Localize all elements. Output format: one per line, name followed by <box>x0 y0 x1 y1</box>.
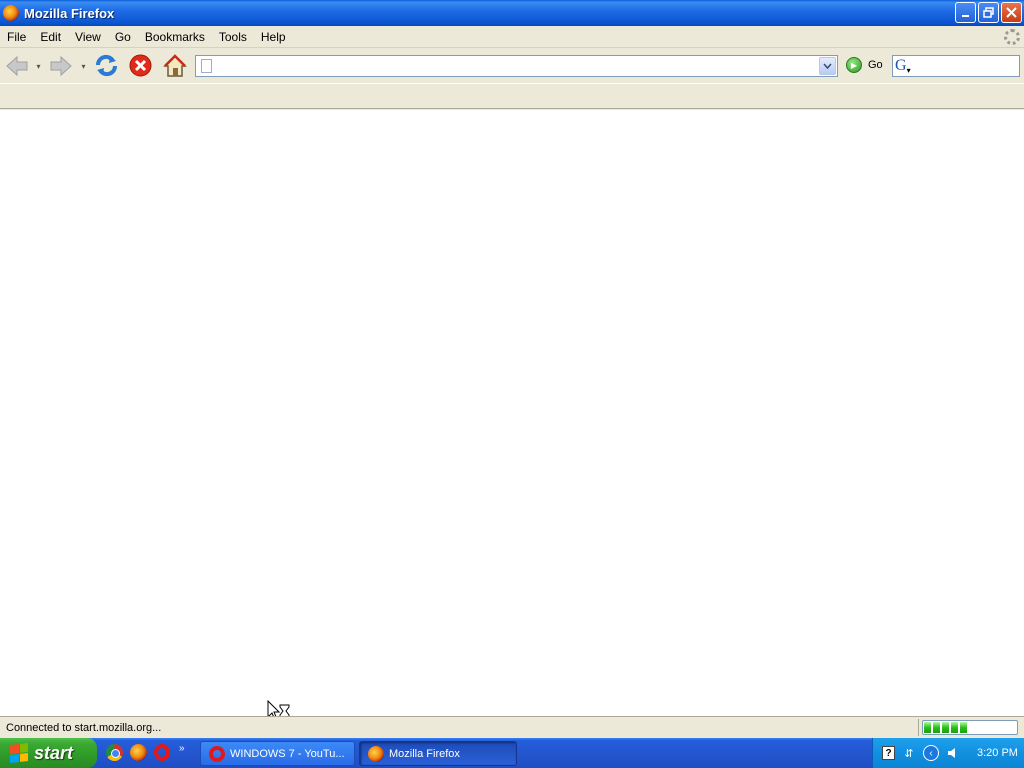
progress-fill <box>924 722 1016 733</box>
progress-segment <box>933 722 940 733</box>
opera-task-icon <box>209 745 225 762</box>
home-icon <box>163 54 187 77</box>
firefox-quicklaunch-icon[interactable] <box>130 744 147 761</box>
reload-icon <box>95 54 118 77</box>
forward-history-dropdown[interactable]: ▾ <box>79 61 88 71</box>
restore-icon <box>983 7 994 18</box>
tray-expand-icon[interactable]: ‹ <box>923 745 939 761</box>
search-input[interactable] <box>917 57 1019 75</box>
forward-arrow-icon <box>50 55 72 77</box>
back-button[interactable] <box>5 54 29 78</box>
go-button[interactable]: ▶ Go <box>846 57 883 73</box>
system-tray: ? ⇵ ‹ 3:20 PM <box>872 738 1024 768</box>
menu-bar: File Edit View Go Bookmarks Tools Help <box>0 26 1024 48</box>
back-arrow-icon <box>6 55 28 77</box>
close-button[interactable] <box>1001 2 1022 23</box>
menu-tools[interactable]: Tools <box>212 30 254 44</box>
progress-segment <box>942 722 949 733</box>
back-history-dropdown[interactable]: ▾ <box>34 61 43 71</box>
bookmarks-toolbar <box>0 85 1024 109</box>
quicklaunch-more-icon[interactable]: » <box>179 743 185 754</box>
volume-icon[interactable] <box>945 745 961 761</box>
window-titlebar[interactable]: Mozilla Firefox <box>0 0 1024 26</box>
throbber-icon <box>1004 29 1020 45</box>
url-history-dropdown[interactable] <box>819 57 836 75</box>
menu-help[interactable]: Help <box>254 30 293 44</box>
window-controls <box>955 2 1022 23</box>
windows-logo-icon <box>10 743 28 763</box>
address-bar[interactable] <box>195 55 838 77</box>
page-icon <box>201 59 212 73</box>
menu-file[interactable]: File <box>0 30 33 44</box>
task-label: Mozilla Firefox <box>389 747 460 760</box>
search-bar[interactable]: G ▾ <box>892 55 1020 77</box>
progress-segment <box>951 722 958 733</box>
minimize-button[interactable] <box>955 2 976 23</box>
reload-button[interactable] <box>94 53 119 78</box>
navigation-toolbar: ▾ ▾ ▶ Go G ▾ <box>0 48 1024 84</box>
start-label: start <box>34 742 74 763</box>
chrome-icon[interactable] <box>106 744 123 761</box>
network-icon[interactable]: ⇵ <box>901 745 917 761</box>
firefox-task-icon <box>368 745 384 762</box>
restore-button[interactable] <box>978 2 999 23</box>
home-button[interactable] <box>162 53 188 79</box>
clock[interactable]: 3:20 PM <box>977 747 1018 759</box>
status-divider <box>918 719 919 736</box>
loading-progress-bar <box>922 720 1018 735</box>
status-text: Connected to start.mozilla.org... <box>6 721 162 734</box>
go-arrow-icon: ▶ <box>846 57 862 73</box>
quick-launch: » <box>106 743 185 761</box>
taskbar-item-youtube[interactable]: WINDOWS 7 - YouTu... <box>200 741 355 766</box>
menu-view[interactable]: View <box>68 30 108 44</box>
start-button[interactable]: start <box>0 738 97 768</box>
task-label: WINDOWS 7 - YouTu... <box>230 747 345 760</box>
progress-segment <box>924 722 931 733</box>
status-bar: Connected to start.mozilla.org... <box>0 716 1024 738</box>
chevron-down-icon <box>823 63 832 69</box>
close-icon <box>1006 7 1017 18</box>
stop-button[interactable] <box>129 54 152 77</box>
taskbar: start » WINDOWS 7 - YouTu... Mozilla Fir… <box>0 738 1024 768</box>
stop-icon <box>129 54 152 77</box>
help-icon[interactable]: ? <box>882 746 895 760</box>
taskbar-item-firefox[interactable]: Mozilla Firefox <box>359 741 517 766</box>
menu-go[interactable]: Go <box>108 30 138 44</box>
minimize-icon <box>961 14 969 17</box>
window-title: Mozilla Firefox <box>24 5 115 21</box>
menu-edit[interactable]: Edit <box>33 30 68 44</box>
forward-button[interactable] <box>49 54 73 78</box>
url-input[interactable] <box>212 57 819 75</box>
firefox-icon <box>3 5 19 21</box>
google-engine-icon[interactable]: G ▾ <box>895 57 917 75</box>
page-content[interactable] <box>0 110 1024 716</box>
progress-segment <box>960 722 967 733</box>
opera-icon[interactable] <box>154 744 170 761</box>
menu-bookmarks[interactable]: Bookmarks <box>138 30 212 44</box>
go-label: Go <box>868 59 883 71</box>
